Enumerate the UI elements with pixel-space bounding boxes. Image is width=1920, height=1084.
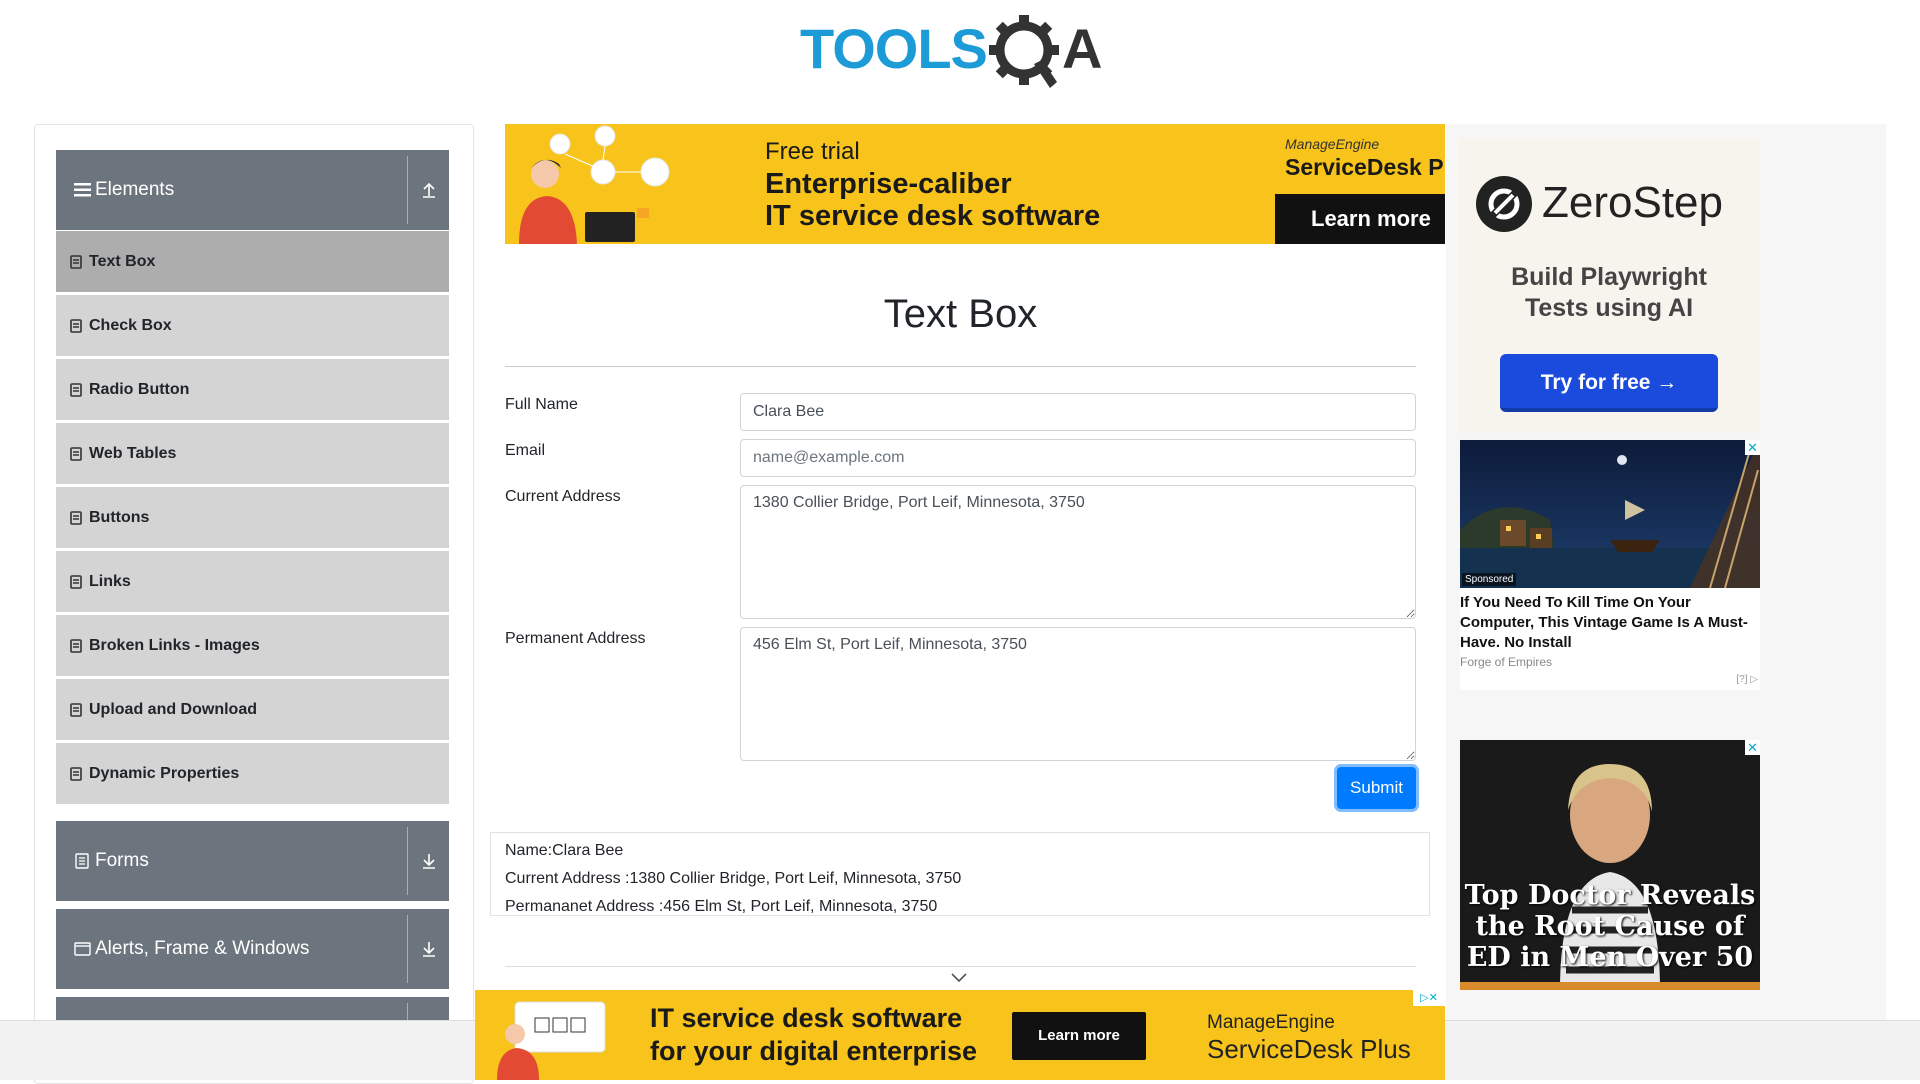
submit-button[interactable]: Submit	[1337, 767, 1416, 809]
arrow-down-icon[interactable]	[408, 909, 449, 989]
zerostep-tagline-1: Build Playwright	[1511, 263, 1707, 291]
sidebar-item-check-box[interactable]: Check Box	[56, 295, 449, 356]
ad-image	[1460, 440, 1760, 588]
close-icon[interactable]: ✕	[1745, 740, 1760, 755]
sidebar-item-label: Web Tables	[89, 444, 177, 462]
ad-line-2: Enterprise-caliber IT service desk softw…	[765, 168, 1100, 232]
group-label: Forms	[95, 850, 149, 871]
full-name-input[interactable]	[740, 393, 1416, 431]
sidebar-item-label: Upload and Download	[89, 700, 257, 718]
full-name-label: Full Name	[505, 396, 578, 413]
zerostep-tagline: Build Playwright Tests using AI	[1458, 262, 1760, 324]
zerostep-logo-icon	[1476, 176, 1532, 232]
email-input[interactable]	[740, 439, 1416, 477]
current-address-textarea[interactable]: 1380 Collier Bridge, Port Leif, Minnesot…	[740, 485, 1416, 619]
hamburger-icon	[73, 181, 91, 199]
item-icon	[70, 574, 82, 589]
ad-source: Forge of Empires	[1460, 655, 1553, 669]
output-box: Name:Clara Bee Current Address :1380 Col…	[490, 832, 1430, 916]
ad-brand: ServiceDesk Plus	[1207, 1034, 1411, 1064]
item-icon	[70, 318, 82, 333]
ad-line-2a: Enterprise-caliber	[765, 168, 1012, 200]
logo-text-tools: TOOLS	[800, 17, 987, 80]
email-label: Email	[505, 442, 546, 459]
output-current-address: Current Address :1380 Collier Bridge, Po…	[505, 870, 962, 887]
ad-headline[interactable]: Top Doctor Reveals the Root Cause of ED …	[1460, 880, 1760, 973]
ad-learn-more-button[interactable]: Learn more	[1012, 1012, 1146, 1060]
item-icon	[70, 510, 82, 525]
document-icon	[73, 852, 91, 870]
sidebar-item-label: Broken Links - Images	[89, 636, 260, 654]
output-permanent-address: Permananet Address :456 Elm St, Port Lei…	[505, 898, 938, 915]
ad-doctor[interactable]: ✕ Top Doctor Reveals the Root Cause of E…	[1460, 740, 1760, 990]
sidebar-item-label: Check Box	[89, 316, 172, 334]
divider	[505, 366, 1416, 367]
group-forms[interactable]: Forms	[56, 821, 449, 901]
ad-banner-top[interactable]: Free trial Enterprise-caliber IT service…	[505, 124, 1445, 244]
chevron-down-icon[interactable]	[950, 971, 968, 989]
zerostep-name: ZeroStep	[1542, 178, 1723, 227]
zerostep-tagline-2: Tests using AI	[1524, 294, 1694, 322]
group-alerts-frame-windows[interactable]: Alerts, Frame & Windows	[56, 909, 449, 989]
item-icon	[70, 766, 82, 781]
left-panel: Elements Text Box Check Box Radio Button…	[34, 124, 474, 1084]
sidebar-item-web-tables[interactable]: Web Tables	[56, 423, 449, 484]
logo-graphic: TOOLS A	[800, 15, 1102, 88]
ad-brand-small: ManageEngine	[1207, 1012, 1335, 1033]
ad-learn-more-button[interactable]: Learn more	[1275, 194, 1445, 244]
item-icon	[70, 254, 82, 269]
ad-vintage-game[interactable]: Sponsored ✕ If You Need To Kill Time On …	[1460, 440, 1760, 690]
sponsored-label: Sponsored	[1462, 573, 1517, 586]
ad-line-1: IT service desk software	[650, 1003, 963, 1033]
sidebar-item-upload-download[interactable]: Upload and Download	[56, 679, 449, 740]
output-name: Name:Clara Bee	[505, 842, 624, 859]
adchoices-icon[interactable]: [?] ▷	[1736, 674, 1758, 685]
ad-banner-bottom[interactable]: IT service desk software for your digita…	[475, 990, 1445, 1080]
sidebar-item-links[interactable]: Links	[56, 551, 449, 612]
sidebar-item-label: Buttons	[89, 508, 150, 526]
try-for-free-button[interactable]: Try for free →	[1500, 354, 1718, 412]
ad-line-1: Free trial	[765, 138, 860, 165]
sidebar-item-label: Dynamic Properties	[89, 764, 240, 782]
toolsqa-logo[interactable]: TOOLS A	[800, 14, 1130, 94]
sidebar-item-radio-button[interactable]: Radio Button	[56, 359, 449, 420]
group-label: Elements	[95, 179, 175, 200]
item-icon	[70, 446, 82, 461]
ad-illustration	[497, 1001, 606, 1080]
item-icon	[70, 638, 82, 653]
arrow-up-icon[interactable]	[408, 150, 449, 230]
ad-brand-small: ManageEngine	[1285, 136, 1380, 152]
ad-headline[interactable]: If You Need To Kill Time On Your Compute…	[1460, 593, 1750, 653]
sidebar-item-text-box[interactable]: Text Box	[56, 231, 449, 292]
item-icon	[70, 702, 82, 717]
ad-illustration	[519, 125, 670, 244]
sidebar-item-buttons[interactable]: Buttons	[56, 487, 449, 548]
ad-line-2b: IT service desk software	[765, 200, 1101, 232]
current-address-label: Current Address	[505, 488, 621, 505]
ad-zerostep[interactable]: ZeroStep Build Playwright Tests using AI…	[1458, 138, 1760, 433]
permanent-address-label: Permanent Address	[505, 630, 646, 647]
group-elements[interactable]: Elements	[56, 150, 449, 230]
ad-brand: ServiceDesk Plu	[1285, 154, 1445, 180]
adchoices-close-icon[interactable]: ▷✕	[1413, 990, 1445, 1006]
sidebar-item-label: Links	[89, 572, 131, 590]
ad-line-2: for your digital enterprise	[650, 1036, 978, 1066]
permanent-address-textarea[interactable]: 456 Elm St, Port Leif, Minnesota, 3750	[740, 627, 1416, 761]
collapse-bar[interactable]	[505, 966, 1416, 990]
item-icon	[70, 382, 82, 397]
sidebar-item-dynamic-properties[interactable]: Dynamic Properties	[56, 743, 449, 804]
header: TOOLS A	[0, 0, 1920, 100]
sidebar-item-label: Radio Button	[89, 380, 190, 398]
sidebar-item-broken-links[interactable]: Broken Links - Images	[56, 615, 449, 676]
arrow-down-icon[interactable]	[408, 821, 449, 901]
gear-icon	[989, 15, 1059, 88]
group-label: Alerts, Frame & Windows	[95, 938, 310, 959]
logo-text-a: A	[1062, 17, 1102, 80]
page-title: Text Box	[883, 292, 1038, 336]
close-icon[interactable]: ✕	[1745, 440, 1760, 455]
ad-headline: IT service desk software for your digita…	[650, 1002, 977, 1068]
sidebar-item-label: Text Box	[89, 252, 156, 270]
adchoices-label: [?]	[1736, 674, 1748, 685]
window-icon	[73, 940, 91, 958]
